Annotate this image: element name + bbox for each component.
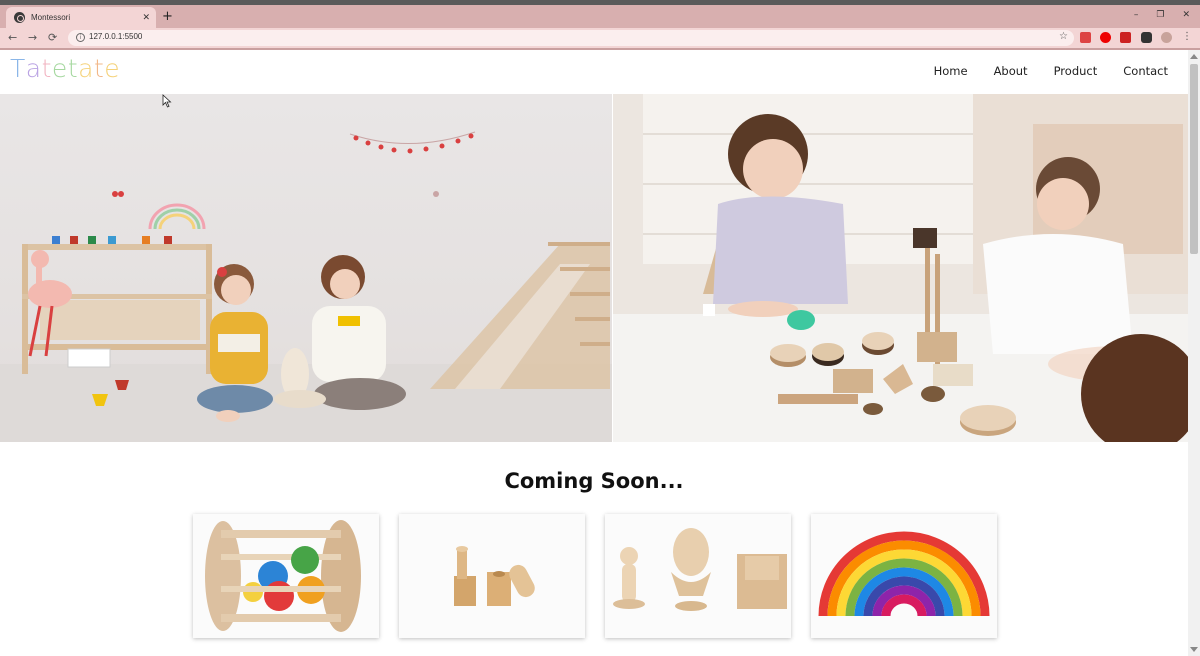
- hero-banner: [0, 94, 1188, 442]
- wooden-peg-blocks-image: [454, 546, 535, 606]
- globe-icon: [14, 12, 25, 23]
- close-tab-icon[interactable]: ✕: [142, 13, 150, 23]
- scroll-down-arrow-icon[interactable]: [1190, 647, 1198, 652]
- rolling-ball-toy-image: [205, 520, 361, 632]
- forward-button[interactable]: →: [28, 31, 37, 45]
- nav-product[interactable]: Product: [1054, 64, 1098, 78]
- restore-button[interactable]: ❐: [1156, 10, 1164, 20]
- logo-letter: a: [78, 54, 94, 83]
- back-button[interactable]: ←: [8, 31, 17, 45]
- window-controls: – ❐ ✕: [1134, 10, 1190, 20]
- logo-letter: e: [104, 54, 121, 83]
- product-grid: [193, 514, 999, 639]
- browser-toolbar: ← → ⟳ i 127.0.0.1:5500 ☆ ⋮: [0, 28, 1200, 48]
- scroll-up-arrow-icon[interactable]: [1190, 54, 1198, 59]
- scroll-thumb[interactable]: [1190, 64, 1198, 254]
- logo-letter: e: [51, 54, 68, 83]
- hero-image-toddlers-table: [613, 94, 1188, 442]
- coming-soon-heading: Coming Soon...: [504, 469, 684, 493]
- logo-letter: t: [93, 54, 105, 83]
- info-icon[interactable]: i: [76, 33, 85, 42]
- nav-home[interactable]: Home: [934, 64, 968, 78]
- main-nav: Home About Product Contact: [908, 64, 1168, 78]
- reload-button[interactable]: ⟳: [48, 31, 57, 45]
- new-tab-button[interactable]: +: [162, 10, 173, 24]
- egg-cup-box-image: [613, 528, 787, 611]
- logo-letter: t: [67, 54, 79, 83]
- logo-letter: a: [25, 54, 42, 83]
- logo-letter: t: [41, 54, 52, 83]
- url-text: 127.0.0.1:5500: [89, 32, 143, 41]
- opera-icon[interactable]: [1100, 32, 1111, 43]
- product-card-rolling-ball-toy[interactable]: [193, 514, 379, 638]
- product-card-rainbow-stacker[interactable]: [811, 514, 997, 638]
- logo-letter: T: [10, 54, 26, 83]
- close-window-button[interactable]: ✕: [1182, 10, 1190, 20]
- rainbow-stacker-image: [818, 531, 990, 617]
- extension-icon-1[interactable]: [1080, 32, 1091, 43]
- minimize-button[interactable]: –: [1134, 10, 1139, 20]
- menu-kebab-icon[interactable]: ⋮: [1182, 30, 1192, 44]
- tab-title: Montessori: [31, 13, 71, 22]
- bookmark-star-icon[interactable]: ☆: [1059, 31, 1068, 42]
- product-card-egg-cup-box[interactable]: [605, 514, 791, 638]
- address-bar[interactable]: i 127.0.0.1:5500 ☆: [68, 30, 1074, 46]
- avatar[interactable]: [1161, 32, 1172, 43]
- tab-strip: Montessori ✕ + – ❐ ✕: [0, 5, 1200, 28]
- product-card-wooden-peg-blocks[interactable]: [399, 514, 585, 638]
- browser-tab[interactable]: Montessori ✕: [6, 7, 156, 28]
- mouse-cursor-icon: [162, 94, 172, 108]
- site-header: Tatetate Home About Product Contact: [0, 50, 1188, 94]
- site-logo[interactable]: Tatetate: [10, 54, 120, 83]
- puzzle-icon[interactable]: [1141, 32, 1152, 43]
- extension-icon-2[interactable]: [1120, 32, 1131, 43]
- page-scrollbar[interactable]: [1188, 50, 1200, 656]
- hero-image-kids-playroom: [0, 94, 612, 442]
- nav-contact[interactable]: Contact: [1123, 64, 1168, 78]
- nav-about[interactable]: About: [994, 64, 1028, 78]
